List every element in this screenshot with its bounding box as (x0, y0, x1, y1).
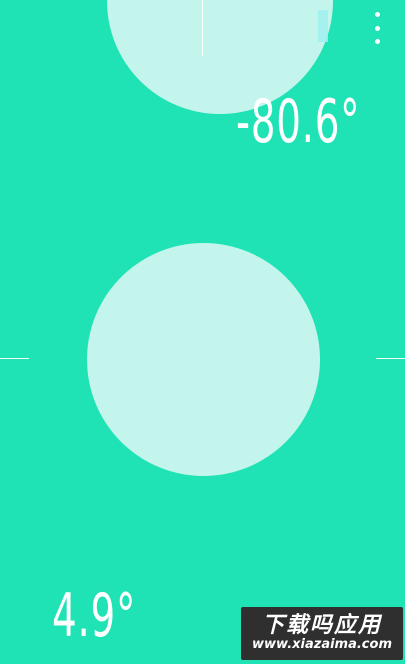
right-center-tick (376, 358, 405, 359)
bubble-level-screen: -80.6° 4.9° 下载吗应用 www.xiazaima.com (0, 0, 405, 664)
watermark-url: www.xiazaima.com (252, 637, 392, 653)
top-center-tick (202, 0, 203, 56)
level-bar-indicator (318, 10, 328, 42)
bottom-angle-reading: 4.9° (52, 581, 137, 651)
watermark-logo: 下载吗应用 www.xiazaima.com (241, 607, 403, 660)
left-center-tick (0, 358, 29, 359)
menu-dot (374, 39, 380, 44)
menu-dot (374, 25, 380, 31)
center-level-bubble (87, 243, 320, 476)
menu-dot (374, 12, 380, 17)
top-angle-reading: -80.6° (236, 87, 361, 157)
overflow-menu-icon[interactable] (367, 12, 387, 44)
watermark-title: 下载吗应用 (261, 613, 382, 639)
